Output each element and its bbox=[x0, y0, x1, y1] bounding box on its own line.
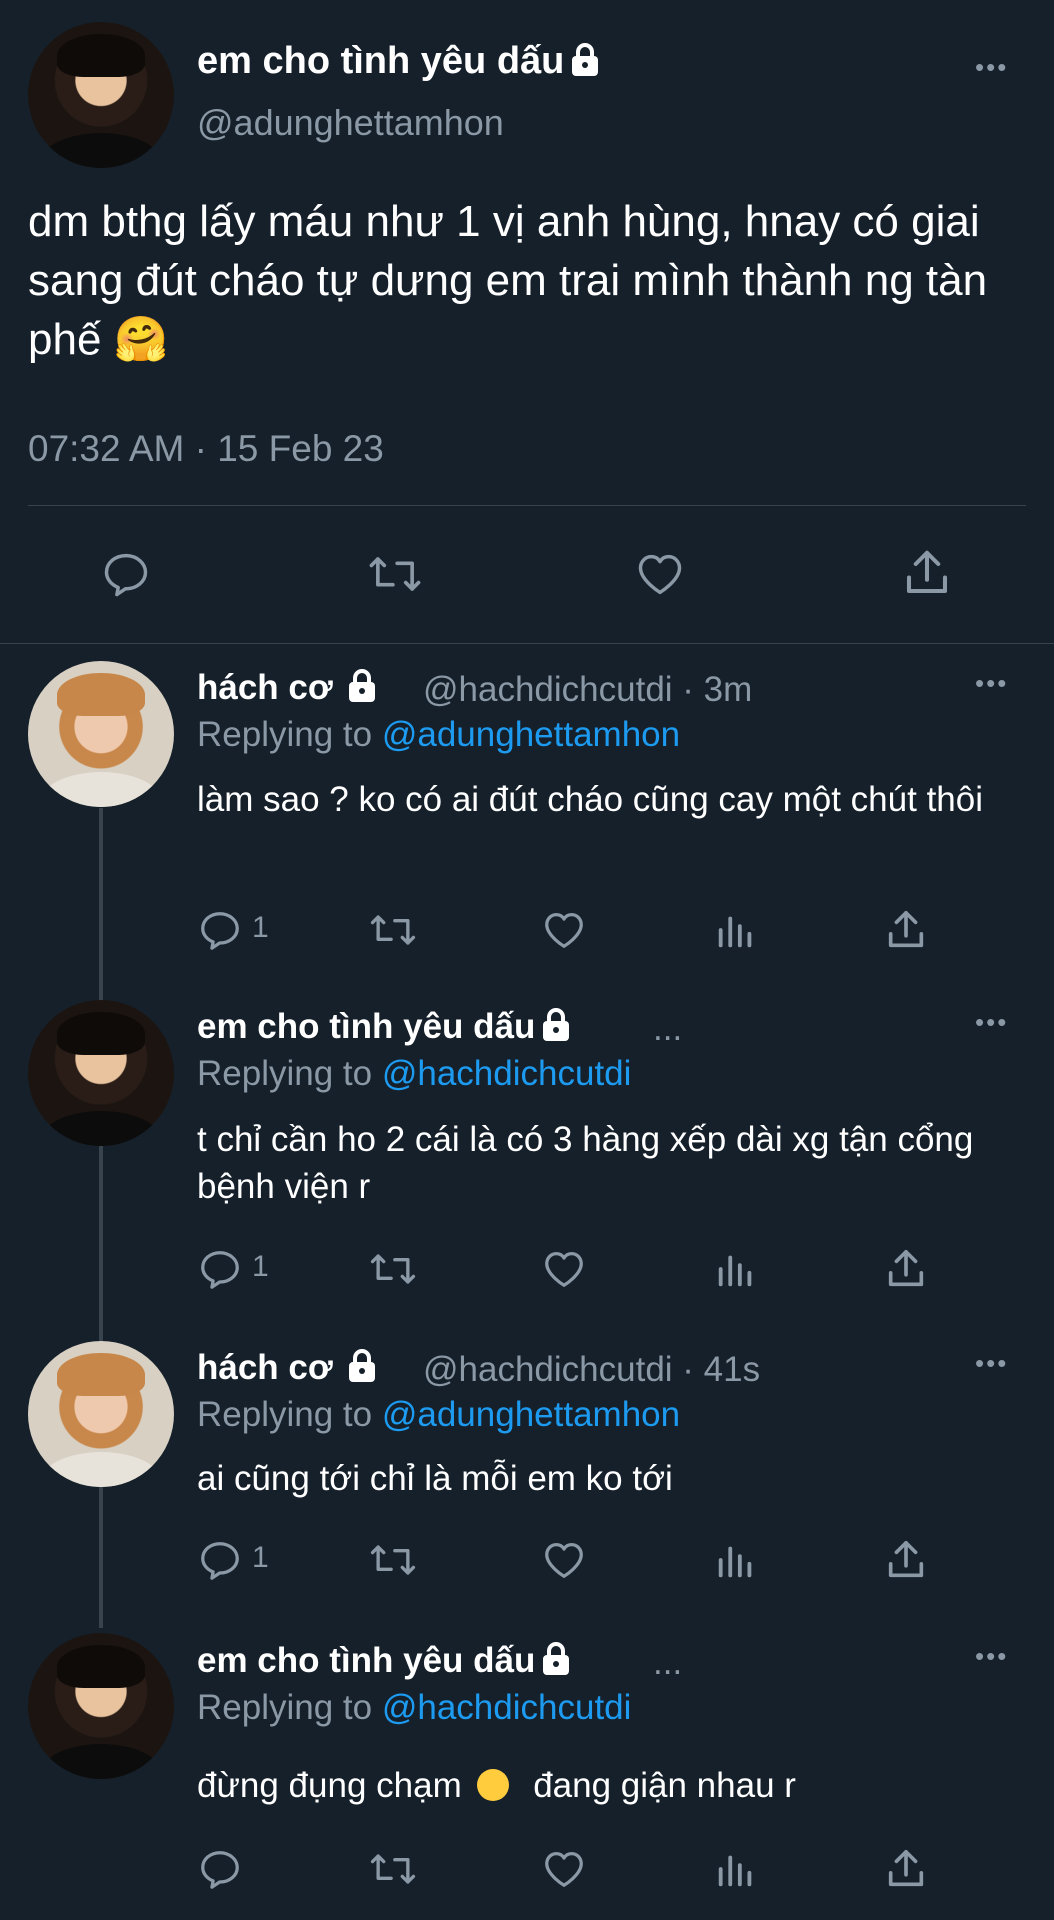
analytics-icon[interactable] bbox=[713, 1537, 759, 1583]
more-options-button[interactable]: ••• bbox=[975, 52, 1008, 83]
share-icon[interactable] bbox=[883, 907, 929, 953]
analytics-icon[interactable] bbox=[713, 1846, 759, 1892]
author-name[interactable]: hách cơ bbox=[197, 1348, 377, 1392]
like-icon[interactable] bbox=[541, 1537, 587, 1583]
reply-icon[interactable] bbox=[197, 1537, 243, 1583]
avatar[interactable] bbox=[28, 1633, 174, 1779]
retweet-icon[interactable] bbox=[367, 1537, 419, 1583]
retweet-icon[interactable] bbox=[367, 907, 419, 953]
lock-icon bbox=[347, 669, 377, 712]
replying-to: Replying to @adunghettamhon bbox=[197, 1395, 681, 1434]
more-options-button[interactable]: ••• bbox=[975, 668, 1008, 699]
replying-to: Replying to @hachdichcutdi bbox=[197, 1688, 632, 1727]
section-divider bbox=[0, 643, 1054, 644]
avatar-hair bbox=[57, 1644, 145, 1689]
share-icon[interactable] bbox=[883, 1846, 929, 1892]
avatar-hair bbox=[57, 33, 145, 78]
lock-icon bbox=[541, 1008, 571, 1051]
mention-link[interactable]: @adunghettamhon bbox=[382, 715, 680, 754]
retweet-icon[interactable] bbox=[365, 548, 425, 600]
more-options-button[interactable]: ••• bbox=[975, 1641, 1008, 1672]
avatar-body bbox=[39, 1451, 163, 1487]
author-name[interactable]: em cho tình yêu dấu bbox=[197, 1641, 571, 1685]
like-icon[interactable] bbox=[541, 1846, 587, 1892]
thread-line bbox=[99, 808, 103, 1628]
reply-icon[interactable] bbox=[197, 1246, 243, 1292]
avatar-body bbox=[39, 132, 163, 168]
avatar-hair bbox=[57, 1011, 145, 1056]
share-icon[interactable] bbox=[883, 1537, 929, 1583]
share-icon[interactable] bbox=[900, 546, 954, 600]
reply-text: đừng đụng chạm đang giận nhau r bbox=[197, 1766, 796, 1805]
analytics-icon[interactable] bbox=[713, 907, 759, 953]
more-options-button[interactable]: ••• bbox=[975, 1007, 1008, 1038]
reply-text: ai cũng tới chỉ là mỗi em ko tới bbox=[197, 1459, 673, 1498]
avatar-hair bbox=[57, 672, 145, 717]
lock-icon bbox=[541, 1642, 571, 1685]
avatar-hair bbox=[57, 1352, 145, 1397]
mention-link[interactable]: @hachdichcutdi bbox=[382, 1688, 632, 1727]
like-icon[interactable] bbox=[541, 1246, 587, 1292]
author-handle-time[interactable]: @hachdichcutdi · 41s bbox=[423, 1350, 760, 1390]
lock-icon bbox=[570, 43, 600, 87]
replying-to: Replying to @adunghettamhon bbox=[197, 715, 681, 754]
avatar[interactable] bbox=[28, 1000, 174, 1146]
mention-link[interactable]: @hachdichcutdi bbox=[382, 1054, 632, 1093]
reply-count: 1 bbox=[252, 1250, 269, 1283]
avatar[interactable] bbox=[28, 22, 174, 168]
reply-icon[interactable] bbox=[197, 907, 243, 953]
avatar[interactable] bbox=[28, 661, 174, 807]
replying-to: Replying to @hachdichcutdi bbox=[197, 1054, 632, 1093]
retweet-icon[interactable] bbox=[367, 1246, 419, 1292]
avatar[interactable] bbox=[28, 1341, 174, 1487]
reply-icon[interactable] bbox=[197, 1846, 243, 1892]
author-name[interactable]: em cho tình yêu dấu bbox=[197, 40, 600, 87]
reply-icon[interactable] bbox=[100, 548, 152, 600]
slightly-smiling-emoji-icon bbox=[477, 1769, 510, 1801]
divider bbox=[28, 505, 1026, 506]
reply-text: t chỉ cần ho 2 cái là có 3 hàng xếp dài … bbox=[197, 1120, 974, 1206]
tweet-timestamp: 07:32 AM · 15 Feb 23 bbox=[28, 428, 384, 469]
author-handle-truncated[interactable]: ... bbox=[653, 1643, 682, 1683]
avatar-body bbox=[39, 1743, 163, 1779]
author-name[interactable]: hách cơ bbox=[197, 668, 377, 712]
more-options-button[interactable]: ••• bbox=[975, 1348, 1008, 1379]
author-name[interactable]: em cho tình yêu dấu bbox=[197, 1007, 571, 1051]
like-icon[interactable] bbox=[633, 548, 687, 600]
tweet-text: dm bthg lấy máu như 1 vị anh hùng, hnay … bbox=[28, 197, 988, 364]
analytics-icon[interactable] bbox=[713, 1246, 759, 1292]
avatar-body bbox=[39, 771, 163, 807]
retweet-icon[interactable] bbox=[367, 1846, 419, 1892]
author-handle[interactable]: @adunghettamhon bbox=[197, 102, 504, 144]
like-icon[interactable] bbox=[541, 907, 587, 953]
avatar-body bbox=[39, 1110, 163, 1146]
share-icon[interactable] bbox=[883, 1246, 929, 1292]
lock-icon bbox=[347, 1349, 377, 1392]
reply-count: 1 bbox=[252, 1541, 269, 1574]
author-handle-time[interactable]: @hachdichcutdi · 3m bbox=[423, 670, 752, 710]
reply-count: 1 bbox=[252, 911, 269, 944]
reply-text: làm sao ? ko có ai đút cháo cũng cay một… bbox=[197, 780, 983, 819]
mention-link[interactable]: @adunghettamhon bbox=[382, 1395, 680, 1434]
author-handle-truncated[interactable]: ... bbox=[653, 1009, 682, 1049]
